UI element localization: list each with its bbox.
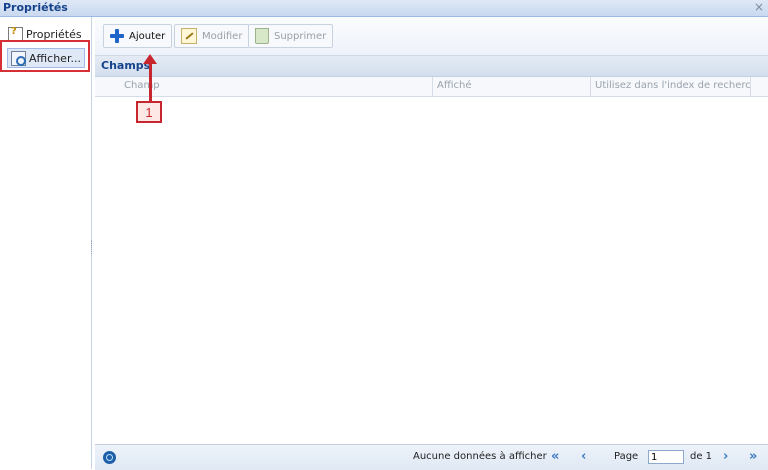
- sidebar: Propriétés Afficher...: [0, 17, 92, 469]
- plus-icon: [110, 29, 124, 43]
- close-icon[interactable]: ×: [754, 0, 764, 14]
- first-page-icon[interactable]: «: [551, 449, 559, 464]
- callout-line: [149, 62, 152, 102]
- panel-title: Propriétés: [3, 1, 68, 14]
- highlight-box: [0, 40, 90, 72]
- column-header-displayed[interactable]: Affiché: [437, 80, 587, 91]
- column-divider: [590, 77, 591, 96]
- column-header-field[interactable]: Champ: [124, 80, 424, 91]
- delete-button[interactable]: Supprimer: [248, 24, 334, 48]
- add-button-label: Ajouter: [129, 30, 166, 42]
- refresh-icon[interactable]: [103, 451, 116, 464]
- column-header-search-index[interactable]: Utilisez dans l'index de recherch: [595, 80, 750, 91]
- edit-button[interactable]: Modifier: [174, 24, 250, 48]
- callout-badge: 1: [136, 101, 162, 123]
- previous-page-icon[interactable]: ‹: [581, 449, 586, 464]
- grid-header: Champs: [95, 56, 768, 77]
- edit-icon: [181, 28, 197, 44]
- empty-message: Aucune données à afficher: [413, 451, 547, 462]
- delete-button-label: Supprimer: [274, 30, 327, 42]
- panel-titlebar: Propriétés ×: [0, 0, 768, 17]
- column-divider: [750, 77, 751, 96]
- grid-body: [95, 97, 768, 443]
- page-total-label: de 1: [690, 451, 713, 462]
- edit-button-label: Modifier: [202, 30, 243, 42]
- pagination-bar: Aucune données à afficher « ‹ Page de 1 …: [95, 444, 768, 470]
- page-label: Page: [614, 451, 639, 462]
- arrow-up-icon: [143, 54, 157, 64]
- column-divider: [432, 77, 433, 96]
- column-header-row: Champ Affiché Utilisez dans l'index de r…: [95, 77, 768, 97]
- trash-icon: [255, 28, 269, 44]
- sidebar-item-label: Propriétés: [26, 27, 82, 41]
- add-button[interactable]: Ajouter: [103, 24, 173, 48]
- next-page-icon[interactable]: ›: [723, 449, 728, 464]
- last-page-icon[interactable]: »: [749, 449, 757, 464]
- toolbar: Ajouter Modifier Supprimer: [95, 17, 768, 56]
- page-input[interactable]: [648, 450, 684, 464]
